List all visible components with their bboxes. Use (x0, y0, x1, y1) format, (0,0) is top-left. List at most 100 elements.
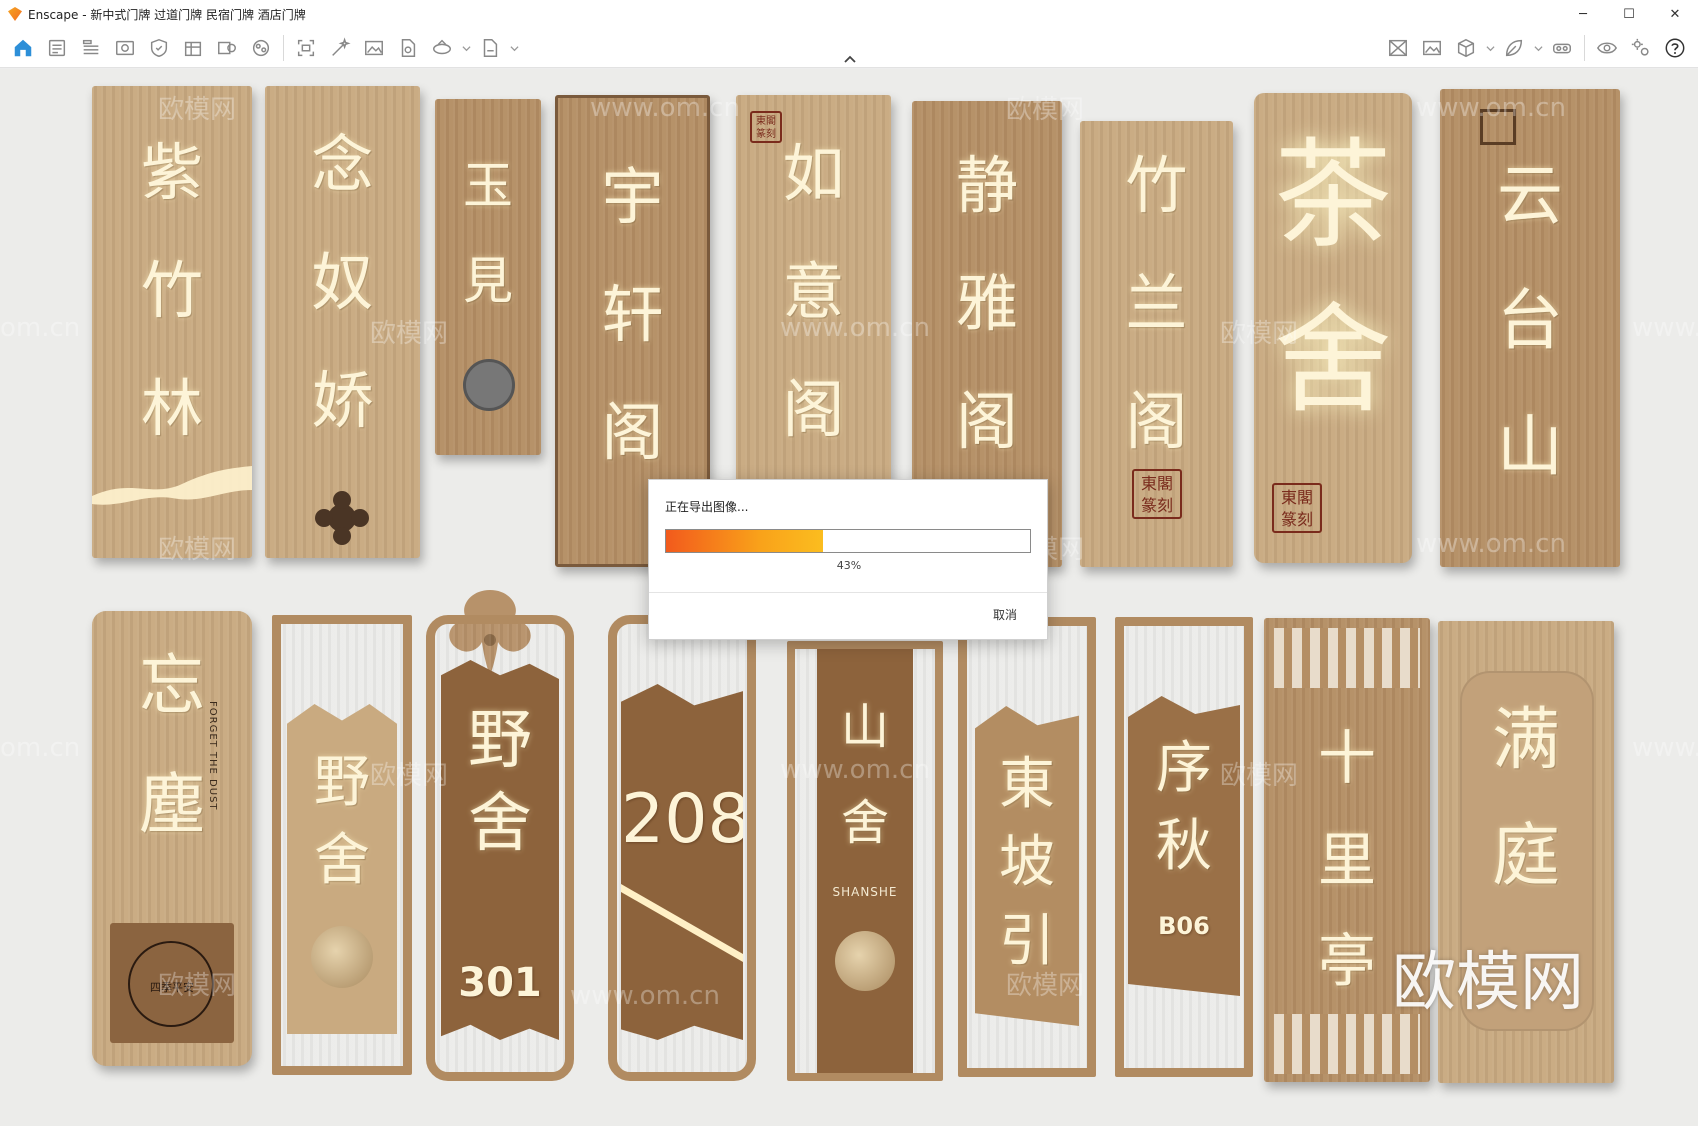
toolbar-separator (283, 35, 284, 61)
sign-subtitle: SHANSHE (832, 885, 898, 899)
minimize-button[interactable]: ─ (1560, 0, 1606, 28)
sign-text: 玉 見 (463, 157, 513, 310)
settings-icon[interactable] (1624, 31, 1658, 65)
material-editor-icon[interactable] (210, 31, 244, 65)
sign-panel: 東 坡 引 (975, 706, 1079, 1026)
chevron-down-icon[interactable] (507, 31, 521, 65)
sign-text: 野 舍 (314, 750, 370, 894)
views-icon[interactable] (40, 31, 74, 65)
sign-text: 云 台 山 (1497, 157, 1563, 485)
capture-icon[interactable] (1381, 31, 1415, 65)
batch-render-icon[interactable] (323, 31, 357, 65)
watermark: om.cn (0, 733, 81, 763)
vr-headset-icon[interactable] (1545, 31, 1579, 65)
stamp-box: 四季平安 (110, 923, 234, 1043)
leaf-icon[interactable] (1497, 31, 1531, 65)
close-button[interactable]: ✕ (1652, 0, 1698, 28)
home-icon[interactable] (6, 31, 40, 65)
cube-icon[interactable] (1449, 31, 1483, 65)
sign-panel: 野 舍 301 (441, 660, 559, 1040)
sign-text: 宇 轩 阁 (601, 160, 664, 469)
cancel-button[interactable]: 取消 (993, 606, 1017, 623)
sign-text: 山 舍 (840, 699, 889, 851)
seal-stamp: 東閣 篆刻 (1132, 469, 1182, 519)
stamp-text: 四季平安 (150, 981, 194, 994)
gallery-icon[interactable] (1415, 31, 1449, 65)
door-sign: 竹 兰 阁 東閣 篆刻 (1080, 121, 1233, 567)
door-sign-frame: 208 (608, 615, 756, 1081)
export-file-icon[interactable] (473, 31, 507, 65)
room-number: B06 (1158, 912, 1210, 940)
chevron-down-icon[interactable] (1483, 31, 1497, 65)
window-title: Enscape - 新中式门牌 过道门牌 民宿门牌 酒店门牌 (28, 7, 306, 22)
progress-bar (665, 529, 1031, 553)
seal-stamp: 東閣 篆刻 (750, 111, 782, 143)
glowing-wave-icon (92, 466, 252, 505)
dialog-title: 正在导出图像... (665, 500, 749, 514)
collapse-toolbar-icon[interactable] (843, 54, 857, 64)
sign-panel: 山 舍 SHANSHE (817, 649, 913, 1073)
sign-text: 如 意 阁 (782, 137, 845, 446)
sign-text: 野 舍 (468, 704, 532, 862)
sign-text: 满 庭 (1491, 701, 1560, 896)
door-sign: 十 里 亭 (1264, 618, 1430, 1082)
sign-text: 十 里 亭 (1317, 724, 1376, 995)
enscape-logo-icon (8, 7, 22, 21)
door-sign: 满 庭 (1438, 621, 1614, 1083)
sign-text: 竹 兰 阁 (1125, 149, 1188, 458)
toolbar-right (1381, 28, 1692, 68)
glowing-stripe-icon (621, 884, 743, 962)
dialog-divider (649, 592, 1047, 593)
bim-icon[interactable] (74, 31, 108, 65)
atmosphere-icon[interactable] (244, 31, 278, 65)
sign-text: 静 雅 阁 (955, 149, 1018, 458)
title-bar: Enscape - 新中式门牌 过道门牌 民宿门牌 酒店门牌 ─ ☐ ✕ (0, 0, 1698, 28)
door-sign: 云 台 山 (1440, 89, 1620, 567)
door-sign-frame: 序 秋 B06 (1115, 617, 1253, 1077)
visual-settings-icon[interactable] (108, 31, 142, 65)
sign-panel: 序 秋 B06 (1128, 696, 1240, 996)
sign-panel: 野 舍 (287, 704, 397, 1034)
door-sign: 紫 竹 林 (92, 86, 252, 558)
room-number: 301 (458, 960, 542, 1006)
asset-library-icon[interactable] (176, 31, 210, 65)
help-icon[interactable] (1658, 31, 1692, 65)
room-number: 208 (621, 780, 751, 859)
sign-text: 紫 竹 林 (140, 136, 203, 445)
door-sign-frame: 山 舍 SHANSHE (787, 641, 943, 1081)
chevron-down-icon[interactable] (1531, 31, 1545, 65)
screenshot-icon[interactable] (289, 31, 323, 65)
render-image-icon[interactable] (357, 31, 391, 65)
sign-text: 序 秋 (1156, 736, 1212, 880)
lattice-top (1274, 628, 1420, 688)
door-sign: 忘 塵 FORGET THE DUST 四季平安 (92, 611, 252, 1066)
door-sign-frame: 野 舍 301 (426, 615, 574, 1081)
safe-frame-icon[interactable] (142, 31, 176, 65)
panorama-icon[interactable] (425, 31, 459, 65)
door-sign-frame: 東 坡 引 (958, 617, 1096, 1077)
export-exe-icon[interactable] (391, 31, 425, 65)
square-frame-icon (1480, 109, 1516, 145)
sign-text: 東 坡 引 (999, 752, 1055, 974)
lattice-bottom (1274, 1014, 1420, 1074)
sign-text: 念 奴 娇 (311, 128, 374, 437)
seal-stamp: 東閣 篆刻 (1272, 483, 1322, 533)
watermark: om.cn (0, 313, 81, 343)
toolbar-left (6, 28, 521, 68)
chevron-down-icon[interactable] (459, 31, 473, 65)
maximize-button[interactable]: ☐ (1606, 0, 1652, 28)
door-sign: 玉 見 (435, 99, 541, 455)
toolbar-separator (1584, 35, 1585, 61)
door-sign: 茶 舍 東閣 篆刻 (1254, 93, 1412, 563)
export-progress-dialog: 正在导出图像... 43% 取消 (648, 479, 1048, 640)
watermark: www. (1632, 733, 1698, 763)
ornament-knob-icon (315, 491, 369, 545)
watermark: www. (1632, 313, 1698, 343)
round-disc-icon (463, 359, 515, 411)
window-controls: ─ ☐ ✕ (1560, 0, 1698, 28)
progress-fill (666, 530, 823, 552)
door-sign-frame: 野 舍 (272, 615, 412, 1075)
eye-icon[interactable] (1590, 31, 1624, 65)
sign-text: 忘 塵 (139, 647, 205, 843)
sign-text: 茶 舍 (1273, 126, 1392, 430)
